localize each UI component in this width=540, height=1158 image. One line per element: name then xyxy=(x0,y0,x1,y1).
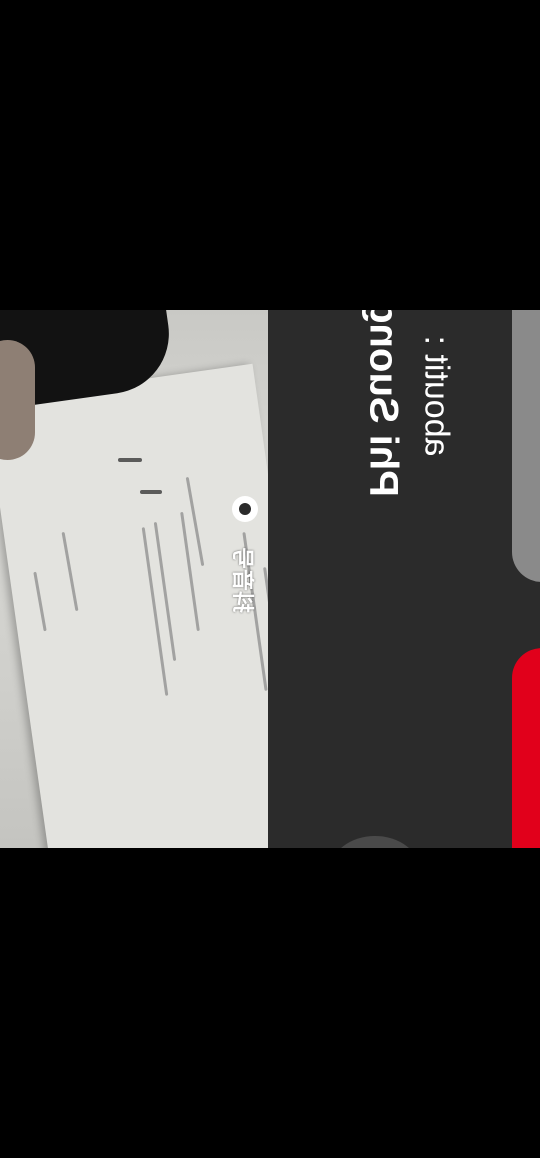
photo-preview: 抖音号 xyxy=(0,310,268,848)
gray-card[interactable] xyxy=(512,310,540,582)
panel-subtitle: aboutit : xyxy=(416,310,456,490)
watermark-text: 抖音号 xyxy=(230,546,255,614)
watermark: 抖音号 xyxy=(228,500,260,660)
info-panel: Phi Suong aboutit : xyxy=(268,310,540,848)
panel-title: Phi Suong xyxy=(358,310,408,530)
hand xyxy=(0,340,35,460)
video-viewport[interactable]: 抖音号 Phi Suong aboutit : xyxy=(0,310,540,848)
panel-title-text: Phi Suong xyxy=(361,310,406,497)
round-indicator[interactable] xyxy=(330,836,420,848)
panel-subtitle-text: aboutit : xyxy=(417,335,456,457)
primary-action-button[interactable] xyxy=(512,648,540,848)
